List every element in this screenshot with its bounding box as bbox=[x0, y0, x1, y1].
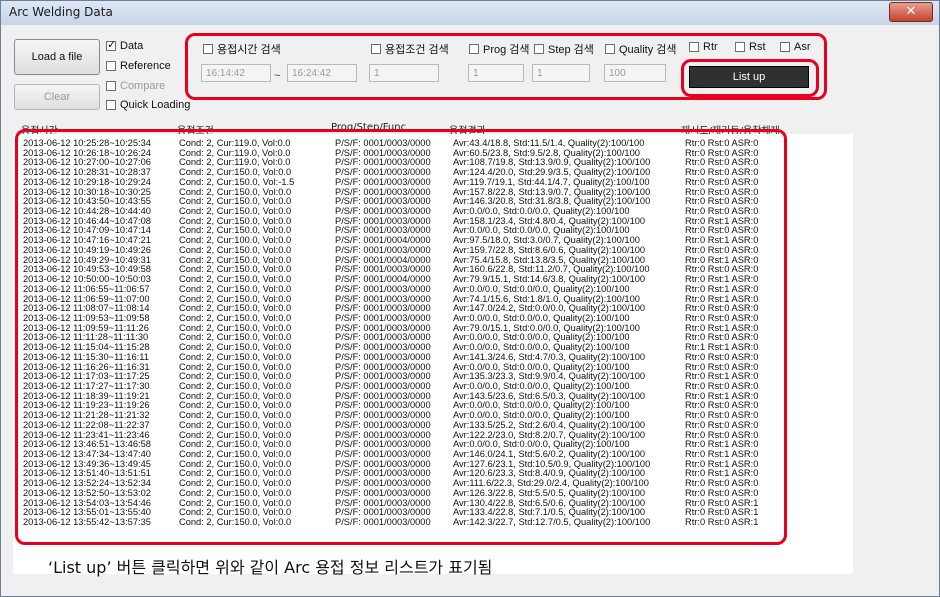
checkbox-icon bbox=[106, 81, 116, 91]
cell-condition: Cond: 2, Cur:150.0, Vol:0.0 bbox=[179, 517, 292, 528]
quick-loading-checkbox[interactable]: Quick Loading bbox=[106, 99, 190, 111]
compare-checkbox-label: Compare bbox=[120, 80, 166, 92]
quick-loading-checkbox-label: Quick Loading bbox=[120, 99, 191, 111]
data-checkbox[interactable]: Data bbox=[106, 38, 144, 52]
cell-result: Avr:142.3/22.7, Std:12.7/0.5, Quality(2)… bbox=[453, 517, 651, 528]
caption-text: ‘List up’ 버튼 클릭하면 위와 같이 Arc 용접 정보 리스트가 표… bbox=[48, 558, 493, 577]
cell-prog-step-func: P/S/F: 0001/0003/0000 bbox=[335, 517, 431, 528]
load-file-button[interactable]: Load a file bbox=[14, 39, 100, 75]
checkbox-icon bbox=[106, 100, 116, 110]
app-window: Arc Welding Data ✕ Load a file Clear Dat… bbox=[0, 0, 940, 597]
reference-checkbox[interactable]: Reference bbox=[106, 60, 171, 72]
checkbox-checked-icon bbox=[106, 38, 116, 51]
cell-time: 2013-06-12 13:55:42~13:57:35 bbox=[23, 517, 151, 528]
listup-highlight-frame bbox=[681, 59, 819, 97]
cell-retry: Rtr:0 Rst:0 ASR:1 bbox=[685, 517, 759, 528]
checkbox-icon bbox=[106, 61, 116, 71]
window-title: Arc Welding Data bbox=[9, 5, 113, 19]
clear-button[interactable]: Clear bbox=[14, 84, 100, 110]
title-bar: Arc Welding Data ✕ bbox=[1, 1, 939, 25]
close-button[interactable]: ✕ bbox=[889, 2, 933, 22]
data-checkbox-label: Data bbox=[120, 40, 144, 52]
compare-checkbox[interactable]: Compare bbox=[106, 80, 165, 92]
reference-checkbox-label: Reference bbox=[120, 60, 171, 72]
